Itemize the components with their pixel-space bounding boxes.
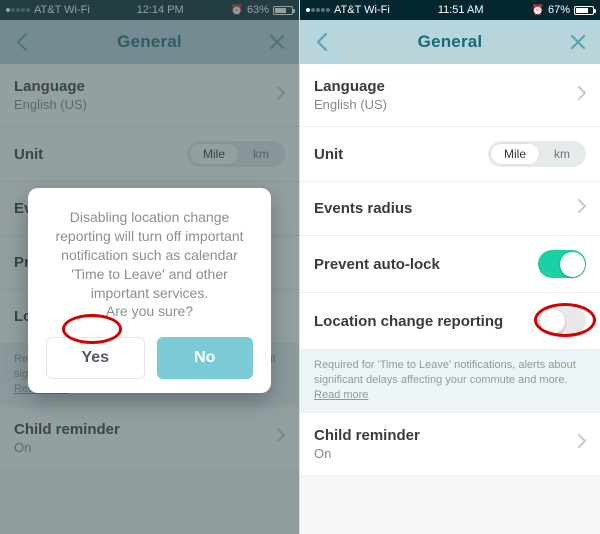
- row-value: English (US): [314, 97, 387, 112]
- row-child-reminder[interactable]: Child reminder On: [0, 407, 299, 470]
- page-title: General: [332, 32, 568, 52]
- confirm-dialog: Disabling location change reporting will…: [28, 188, 271, 393]
- back-icon[interactable]: [12, 32, 32, 52]
- segment-mile[interactable]: Mile: [490, 143, 540, 165]
- dialog-message: Disabling location change reporting will…: [46, 208, 253, 321]
- battery-icon: [574, 6, 594, 15]
- row-language[interactable]: Language English (US): [0, 64, 299, 127]
- row-location-reporting: Location change reporting: [300, 293, 600, 350]
- carrier-label: AT&T Wi-Fi: [334, 4, 390, 16]
- row-label: Prevent auto-lock: [314, 256, 440, 273]
- unit-segmented[interactable]: Mile km: [187, 141, 285, 167]
- phone-screen-right: AT&T Wi-Fi 11:51 AM ⏰ 67% General Langua…: [300, 0, 600, 534]
- row-child-reminder[interactable]: Child reminder On: [300, 413, 600, 476]
- chevron-right-icon: [277, 86, 285, 105]
- row-value: English (US): [14, 97, 87, 112]
- status-bar: AT&T Wi-Fi 12:14 PM ⏰ 63%: [0, 0, 299, 20]
- row-label: Language: [14, 78, 87, 95]
- row-unit: Unit Mile km: [0, 127, 299, 182]
- chevron-right-icon: [578, 434, 586, 453]
- read-more-link[interactable]: Read more: [314, 389, 368, 401]
- alarm-icon: ⏰: [231, 5, 243, 16]
- battery-pct: 67%: [548, 4, 570, 16]
- signal-dots-icon: [6, 8, 30, 12]
- back-icon[interactable]: [312, 32, 332, 52]
- row-label: Language: [314, 78, 387, 95]
- unit-segmented[interactable]: Mile km: [488, 141, 586, 167]
- no-button[interactable]: No: [157, 337, 254, 379]
- footnote: Required for 'Time to Leave' notificatio…: [300, 350, 600, 413]
- row-unit: Unit Mile km: [300, 127, 600, 182]
- row-language[interactable]: Language English (US): [300, 64, 600, 127]
- carrier-label: AT&T Wi-Fi: [34, 4, 90, 16]
- segment-km[interactable]: km: [239, 143, 283, 165]
- battery-pct: 63%: [247, 4, 269, 16]
- row-label: Events radius: [314, 200, 412, 217]
- status-time: 11:51 AM: [438, 4, 484, 16]
- segment-km[interactable]: km: [540, 143, 584, 165]
- row-prevent-autolock: Prevent auto-lock: [300, 236, 600, 293]
- location-reporting-toggle[interactable]: [538, 307, 586, 335]
- yes-button[interactable]: Yes: [46, 337, 145, 379]
- row-value: On: [14, 440, 120, 455]
- footnote-text: Required for 'Time to Leave' notificatio…: [314, 359, 576, 386]
- alarm-icon: ⏰: [532, 5, 544, 16]
- signal-dots-icon: [306, 8, 330, 12]
- row-label: Location change reporting: [314, 313, 503, 330]
- row-events-radius[interactable]: Events radius: [300, 182, 600, 236]
- row-label: Unit: [14, 146, 43, 163]
- chevron-right-icon: [277, 428, 285, 447]
- prevent-autolock-toggle[interactable]: [538, 250, 586, 278]
- close-icon[interactable]: [568, 32, 588, 52]
- row-label: Child reminder: [14, 421, 120, 438]
- phone-screen-left: AT&T Wi-Fi 12:14 PM ⏰ 63% General L: [0, 0, 300, 534]
- close-icon[interactable]: [267, 32, 287, 52]
- status-time: 12:14 PM: [137, 4, 184, 16]
- row-label: Child reminder: [314, 427, 420, 444]
- chevron-right-icon: [578, 199, 586, 218]
- chevron-right-icon: [578, 86, 586, 105]
- screen-header: General: [300, 20, 600, 64]
- page-title: General: [32, 32, 267, 52]
- status-bar: AT&T Wi-Fi 11:51 AM ⏰ 67%: [300, 0, 600, 20]
- screen-header: General: [0, 20, 299, 64]
- segment-mile[interactable]: Mile: [189, 143, 239, 165]
- battery-icon: [273, 6, 293, 15]
- row-value: On: [314, 446, 420, 461]
- row-label: Unit: [314, 146, 343, 163]
- settings-list: Language English (US) Unit Mile km Event…: [300, 64, 600, 350]
